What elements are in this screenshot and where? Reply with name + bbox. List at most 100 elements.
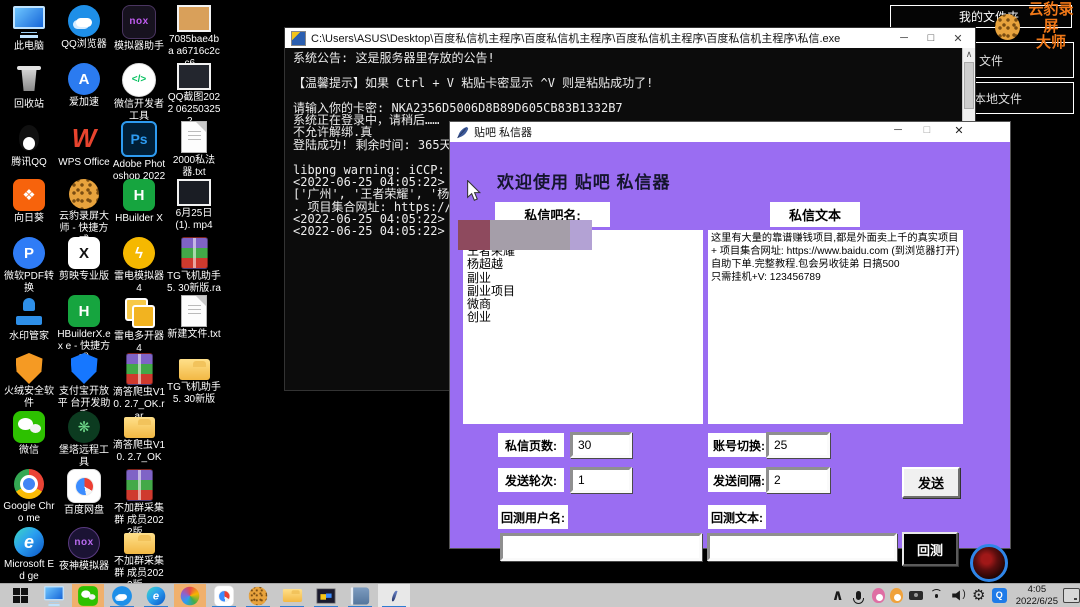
callback-button[interactable]: 回测 <box>902 532 958 566</box>
callback-user-input[interactable] <box>500 533 702 561</box>
console-titlebar[interactable]: C:\Users\ASUS\Desktop\百度私信机主程序\百度私信机主程序\… <box>285 28 975 48</box>
console-line <box>293 89 963 101</box>
settings-icon[interactable]: ⚙ <box>971 587 987 605</box>
desktop-icon-tencent-qq[interactable]: 腾讯QQ <box>2 121 56 169</box>
desktop-icon-txt-2000[interactable]: 2000私法器.txt <box>167 121 221 179</box>
send-rounds-input[interactable]: 1 <box>570 467 632 493</box>
desktop-icon-watermark[interactable]: 水印管家 <box>2 295 56 343</box>
taskbar-item-python-app[interactable] <box>378 584 410 607</box>
scroll-up-icon[interactable]: ∧ <box>963 48 975 60</box>
wechat-icon <box>13 411 45 443</box>
desktop-icon-wechat[interactable]: 微信 <box>2 411 56 457</box>
list-item[interactable]: 杨超越 <box>467 258 699 271</box>
desktop-icon-collector-folder[interactable]: 不加群采集群 成员2022版... <box>112 527 166 591</box>
taskbar-clock[interactable]: 4:05 2022/6/25 <box>1016 584 1058 607</box>
desktop-icon-image-7085[interactable]: 7085bae4ba a6716c2cc6... <box>167 5 221 69</box>
callback-text-input[interactable] <box>707 533 897 561</box>
close-icon[interactable]: ✕ <box>948 124 970 137</box>
list-item[interactable]: 微商 <box>467 298 699 311</box>
dida-folder-icon <box>124 417 155 438</box>
desktop-icon-nox-helper[interactable]: nox 模拟器助手 <box>112 5 166 53</box>
minimize-icon[interactable]: ─ <box>893 32 915 44</box>
hbuilder-x-icon: H <box>123 179 155 211</box>
console-line: 系统公告: 这是服务器里存放的公告! <box>293 52 963 64</box>
desktop-icon-qq-screenshot[interactable]: QQ截图2022 062503252... <box>167 63 221 127</box>
desktop-icon-mp4-june25[interactable]: 6月25日 (1). mp4 <box>167 179 221 232</box>
send-button[interactable]: 发送 <box>902 467 960 498</box>
taskbar-item-edge[interactable]: e <box>140 584 172 607</box>
qq-pink-icon[interactable] <box>872 588 885 603</box>
desktop-icon-dida-folder[interactable]: 滴答爬虫V10. 2.7_OK <box>112 411 166 464</box>
qq-browser-icon <box>68 5 100 37</box>
desktop-icon-baidu-pan[interactable]: 百度网盘 <box>57 469 111 517</box>
this-pc-icon <box>11 5 47 39</box>
censor-block <box>570 220 592 250</box>
pages-input[interactable]: 30 <box>570 432 632 458</box>
desktop-icon-wechat-devtools[interactable]: </>微信开发者工具 <box>112 63 166 123</box>
desktop-icon-recycle-bin[interactable]: 回收站 <box>2 63 56 111</box>
desktop-icon-ld-multi4[interactable]: 雷电多开器4 <box>112 295 166 355</box>
account-switch-input[interactable]: 25 <box>766 432 830 458</box>
taskbar-item-baidu-pan[interactable] <box>208 584 240 607</box>
list-item[interactable]: 副业项目 <box>467 285 699 298</box>
sunflower-icon: ❖ <box>13 179 45 211</box>
console-app-icon <box>291 31 306 46</box>
tray-expand-icon[interactable]: ∧ <box>830 587 846 605</box>
taskbar-item-wechat[interactable] <box>72 584 104 607</box>
taskbar: e ∧ ⚙ Q 4:05 2022/6/25 <box>0 583 1080 607</box>
taskbar-items: e <box>4 584 410 607</box>
desktop-icon-jianying[interactable]: X剪映专业版 <box>57 237 111 283</box>
q-dock-icon[interactable]: Q <box>992 588 1007 603</box>
desktop-icon-this-pc[interactable]: 此电脑 <box>2 5 56 53</box>
desktop-icon-qq-browser[interactable]: QQ浏览器 <box>57 5 111 51</box>
taskbar-item-qq-browser[interactable] <box>106 584 138 607</box>
minimize-icon[interactable]: ─ <box>887 124 909 136</box>
desktop-icon-tg-helper-folder[interactable]: TG飞机助手5. 30新版 <box>167 353 221 406</box>
callback-user-label: 回测用户名: <box>498 505 568 529</box>
qq-orange-icon[interactable] <box>890 588 903 603</box>
feather-icon <box>456 126 469 139</box>
dialog-titlebar[interactable]: 贴吧 私信器 ─ □ ✕ <box>450 122 1010 142</box>
taskbar-item-console[interactable] <box>310 584 342 607</box>
desktop-icon-chrome[interactable]: Google Chro me <box>2 469 56 525</box>
scrollbar-thumb[interactable] <box>964 62 974 109</box>
taskbar-item-notebook[interactable] <box>344 584 376 607</box>
desktop-icon-photoshop[interactable]: PsAdobe Photoshop 2022 <box>112 121 166 183</box>
taskbar-item-globe-app[interactable] <box>174 584 206 607</box>
taskbar-item-explorer[interactable] <box>276 584 308 607</box>
list-item[interactable]: 副业 <box>467 272 699 285</box>
camera-icon[interactable] <box>908 587 924 605</box>
desktop-icon-wps-office[interactable]: WWPS Office <box>57 121 111 169</box>
icon-label: TG飞机助手5. 30新版 <box>167 382 221 406</box>
desktop-icon-hbuilder-x[interactable]: HHBuilder X <box>112 179 166 225</box>
tieba-name-listbox[interactable]: 广州王者荣耀杨超越副业副业项目微商创业 <box>463 230 703 424</box>
taskbar-item-yunbao[interactable] <box>242 584 274 607</box>
desktop-icon-ms-pdf[interactable]: P微软PDF转换 <box>2 237 56 295</box>
desktop-icon-huorong[interactable]: 火绒安全软件 <box>2 353 56 410</box>
desktop-icon-aijiasu[interactable]: A爱加速 <box>57 63 111 109</box>
icon-label: 模拟器助手 <box>112 41 166 53</box>
icon-label: 微信开发者工具 <box>112 99 166 123</box>
clock-time: 4:05 <box>1016 584 1058 595</box>
desktop-icon-baota[interactable]: ❋堡塔远程工具 <box>57 411 111 469</box>
desktop-icon-new-txt[interactable]: 新建文件.txt <box>167 295 221 341</box>
maximize-icon[interactable]: □ <box>920 32 942 44</box>
desktop-icon-nox-player[interactable]: nox夜神模拟器 <box>57 527 111 573</box>
microphone-icon[interactable] <box>851 587 867 605</box>
close-icon[interactable]: ✕ <box>947 32 969 45</box>
send-interval-input[interactable]: 2 <box>766 467 830 493</box>
taskbar-item-start[interactable] <box>4 584 36 607</box>
icon-label: QQ浏览器 <box>57 39 111 51</box>
desktop-icon-ms-edge[interactable]: eMicrosoft Ed ge <box>2 527 56 583</box>
maximize-icon[interactable]: □ <box>916 124 938 136</box>
list-item[interactable]: 创业 <box>467 311 699 324</box>
message-textarea[interactable]: 这里有大量的靠谱赚钱项目,都是外面卖上千的真实项目 + 项目集合网址: http… <box>708 230 963 424</box>
desktop-icon-sunflower[interactable]: ❖向日葵 <box>2 179 56 225</box>
wifi-icon[interactable] <box>929 587 945 605</box>
desktop-icon-ldplayer4[interactable]: ϟ雷电模拟器4 <box>112 237 166 295</box>
show-desktop-button[interactable] <box>1063 588 1080 603</box>
nox-helper-icon: nox <box>122 5 156 39</box>
speaker-icon[interactable] <box>950 587 966 605</box>
taskbar-item-pc[interactable] <box>38 584 70 607</box>
notebook-icon <box>351 587 370 604</box>
